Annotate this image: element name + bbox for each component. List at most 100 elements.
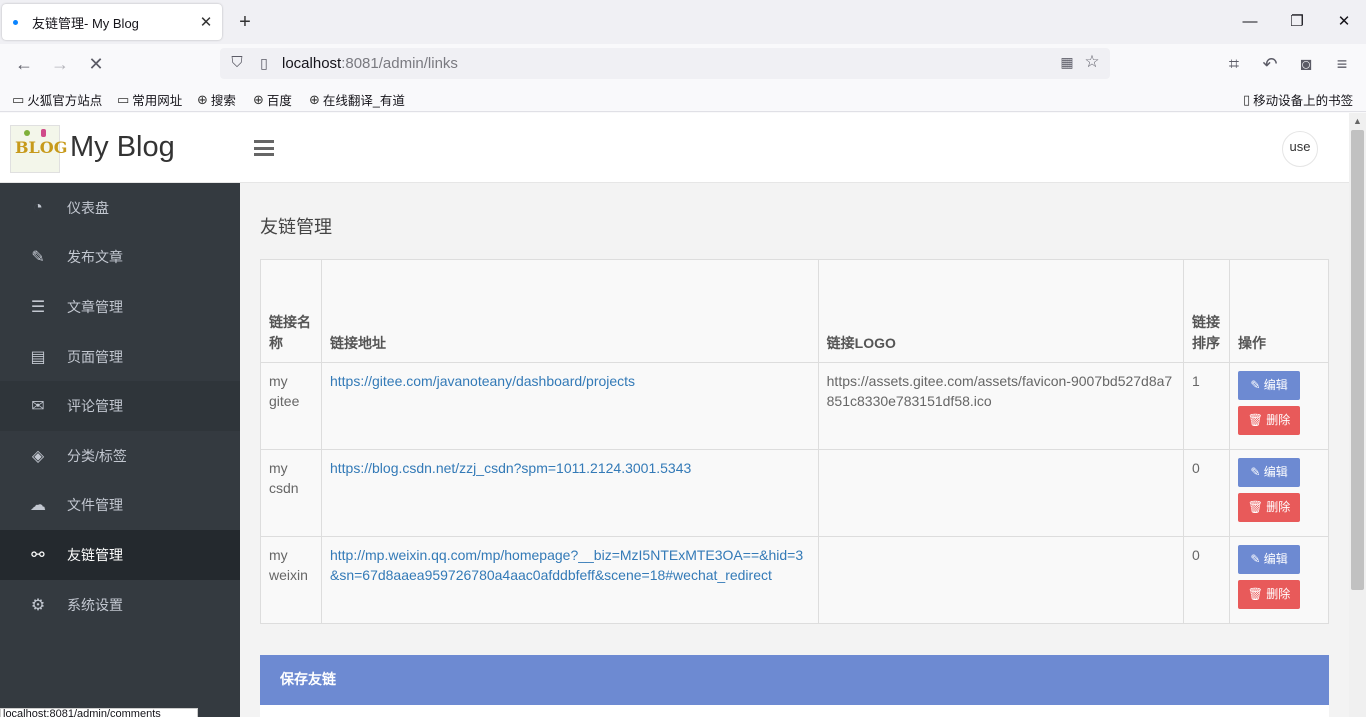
close-window-button[interactable]: ✕ bbox=[1330, 9, 1358, 35]
sidebar-item-dashboard[interactable]: ◔ 仪表盘 bbox=[0, 183, 240, 233]
tab-title: 友链管理- My Blog bbox=[32, 15, 139, 31]
menu-icon[interactable]: ≡ bbox=[1328, 50, 1356, 78]
actions-cell: ✎ 编辑 🗑 删除 bbox=[1229, 362, 1329, 450]
link-url[interactable]: http://mp.weixin.qq.com/mp/homepage?__bi… bbox=[330, 547, 803, 583]
sidebar-item-settings[interactable]: ⚙ 系统设置 bbox=[0, 580, 240, 630]
table-header-row: 链接名称 链接地址 链接LOGO 链接排序 操作 bbox=[260, 259, 1329, 363]
link-logo bbox=[817, 536, 1185, 624]
link-logo bbox=[817, 449, 1185, 537]
scroll-thumb[interactable] bbox=[1351, 130, 1364, 590]
vertical-scrollbar[interactable]: ▲ bbox=[1349, 113, 1366, 717]
bookmark-star-icon[interactable]: ☆ bbox=[1082, 52, 1102, 72]
bookmark-label: 百度 bbox=[266, 94, 292, 108]
column-header: 链接地址 bbox=[320, 259, 819, 363]
globe-icon: ⊕ bbox=[253, 91, 264, 107]
folder-icon: ▭ bbox=[12, 91, 25, 107]
sidebar-item-links[interactable]: ⚯ 友链管理 bbox=[0, 530, 240, 580]
brand[interactable]: BLOG My Blog bbox=[0, 113, 240, 183]
column-header: 链接排序 bbox=[1183, 259, 1231, 363]
url-host: localhost bbox=[282, 55, 342, 72]
link-url-cell: https://blog.csdn.net/zzj_csdn?spm=1011.… bbox=[320, 449, 819, 537]
table-row: my csdn https://blog.csdn.net/zzj_csdn?s… bbox=[260, 449, 1329, 537]
table-row: my gitee https://gitee.com/javanoteany/d… bbox=[260, 362, 1329, 450]
edit-icon: ✎ bbox=[31, 249, 45, 267]
brand-title: My Blog bbox=[70, 131, 175, 163]
sidebar-item-label: 页面管理 bbox=[67, 348, 123, 365]
gear-icon: ⚙ bbox=[30, 596, 46, 614]
url-bar[interactable]: ⛉ ▯ localhost:8081/admin/links ▦ ☆ bbox=[220, 48, 1110, 79]
bookmark-item[interactable]: ▭ 常用网址 bbox=[117, 90, 182, 109]
panel-title: 保存友链 bbox=[260, 655, 1329, 705]
link-url-cell: http://mp.weixin.qq.com/mp/homepage?__bi… bbox=[320, 536, 819, 624]
bookmark-item[interactable]: ⊕ 百度 bbox=[253, 90, 292, 109]
sidebar-item-label: 分类/标签 bbox=[67, 447, 127, 464]
stop-icon[interactable]: ✕ bbox=[82, 50, 110, 78]
hamburger-icon[interactable] bbox=[254, 140, 274, 156]
bookmark-item[interactable]: ⊕ 搜索 bbox=[197, 90, 236, 109]
sidebar-item-publish[interactable]: ✎ 发布文章 bbox=[0, 233, 240, 283]
bookmark-label: 在线翻译_有道 bbox=[322, 94, 405, 108]
file-icon: ▤ bbox=[30, 348, 46, 366]
bookmark-item[interactable]: ⊕ 在线翻译_有道 bbox=[309, 90, 405, 109]
folder-icon: ▭ bbox=[117, 91, 130, 107]
sidebar-item-pages[interactable]: ▤ 页面管理 bbox=[0, 332, 240, 382]
sidebar: BLOG My Blog ◔ 仪表盘 ✎ 发布文章 ☰ 文章管理 ▤ 页面管理 ✉ 评论管… bbox=[0, 113, 240, 717]
tab-bar: 友链管理- My Blog ✕ + — ❐ ✕ bbox=[0, 0, 1366, 44]
link-sort: 1 bbox=[1183, 362, 1231, 450]
shield-icon[interactable]: ⛉ bbox=[228, 54, 246, 72]
column-header: 链接LOGO bbox=[817, 259, 1185, 363]
tags-icon: ◈ bbox=[31, 447, 45, 465]
link-sort: 0 bbox=[1183, 536, 1231, 624]
bookmark-label: 常用网址 bbox=[132, 94, 183, 108]
main-content: use 友链管理 链接名称 链接地址 链接LOGO 链接排序 操作 my git… bbox=[240, 113, 1349, 717]
delete-button[interactable]: 🗑 删除 bbox=[1238, 493, 1301, 522]
sidebar-menu: ◔ 仪表盘 ✎ 发布文章 ☰ 文章管理 ▤ 页面管理 ✉ 评论管理 ◈ 分类/标签 ☁ 文件管… bbox=[0, 183, 240, 629]
sidebar-item-files[interactable]: ☁ 文件管理 bbox=[0, 481, 240, 531]
delete-button[interactable]: 🗑 删除 bbox=[1238, 580, 1301, 609]
link-name: my weixin bbox=[260, 536, 322, 624]
edit-button[interactable]: ✎ 编辑 bbox=[1238, 458, 1301, 487]
tab-close-icon[interactable]: ✕ bbox=[196, 13, 216, 31]
sidebar-item-label: 评论管理 bbox=[67, 398, 123, 415]
sidebar-item-categories[interactable]: ◈ 分类/标签 bbox=[0, 431, 240, 481]
edit-button[interactable]: ✎ 编辑 bbox=[1238, 371, 1301, 400]
sidebar-item-label: 文章管理 bbox=[67, 298, 123, 315]
column-header: 操作 bbox=[1229, 259, 1329, 363]
globe-icon: ⊕ bbox=[309, 91, 320, 107]
new-tab-button[interactable]: + bbox=[234, 10, 256, 34]
link-url[interactable]: https://gitee.com/javanoteany/dashboard/… bbox=[330, 373, 635, 389]
edit-button[interactable]: ✎ 编辑 bbox=[1238, 545, 1301, 574]
page-icon[interactable]: ▯ bbox=[256, 54, 272, 72]
loading-dot-icon bbox=[13, 19, 18, 25]
avatar[interactable]: use bbox=[1282, 131, 1318, 167]
sidebar-item-label: 仪表盘 bbox=[67, 199, 109, 216]
sidebar-item-label: 系统设置 bbox=[67, 596, 123, 613]
browser-tab[interactable]: 友链管理- My Blog ✕ bbox=[2, 4, 222, 40]
mobile-bookmarks[interactable]: ▯ 移动设备上的书签 bbox=[1243, 90, 1353, 109]
forward-icon[interactable]: → bbox=[46, 50, 74, 78]
bookmark-label: 火狐官方站点 bbox=[27, 94, 103, 108]
bookmark-item[interactable]: ▭ 火狐官方站点 bbox=[12, 90, 102, 109]
link-url[interactable]: https://blog.csdn.net/zzj_csdn?spm=1011.… bbox=[330, 460, 691, 476]
url-text[interactable]: localhost:8081/admin/links bbox=[282, 55, 458, 72]
sidebar-item-articles[interactable]: ☰ 文章管理 bbox=[0, 282, 240, 332]
logo-text: BLOG bbox=[15, 138, 68, 157]
list-icon: ☰ bbox=[30, 298, 46, 316]
sidebar-item-label: 发布文章 bbox=[67, 249, 123, 266]
status-url: localhost:8081/admin/comments bbox=[0, 708, 198, 717]
qr-code-icon[interactable]: ▦ bbox=[1058, 54, 1076, 72]
scroll-up-icon[interactable]: ▲ bbox=[1349, 113, 1366, 130]
sidebar-item-comments[interactable]: ✉ 评论管理 bbox=[0, 381, 240, 431]
back-icon[interactable]: ← bbox=[10, 50, 38, 78]
bookmarks-bar: ▭ 火狐官方站点 ▭ 常用网址 ⊕ 搜索 ⊕ 百度 ⊕ 在线翻译_有道 ▯ 移动设备上的书签 bbox=[0, 84, 1366, 112]
minimize-button[interactable]: — bbox=[1236, 9, 1264, 35]
table-row: my weixin http://mp.weixin.qq.com/mp/hom… bbox=[260, 536, 1329, 624]
undo-icon[interactable]: ↶ bbox=[1256, 50, 1284, 78]
bookmark-label: 搜索 bbox=[210, 94, 236, 108]
bookmark-label: 移动设备上的书签 bbox=[1253, 94, 1354, 108]
delete-button[interactable]: 🗑 删除 bbox=[1238, 406, 1301, 435]
maximize-button[interactable]: ❐ bbox=[1283, 9, 1311, 35]
crop-icon[interactable]: ⌗ bbox=[1220, 50, 1248, 78]
links-table: 链接名称 链接地址 链接LOGO 链接排序 操作 my gitee https:… bbox=[260, 259, 1329, 624]
extension-icon[interactable]: ◙ bbox=[1292, 50, 1320, 78]
